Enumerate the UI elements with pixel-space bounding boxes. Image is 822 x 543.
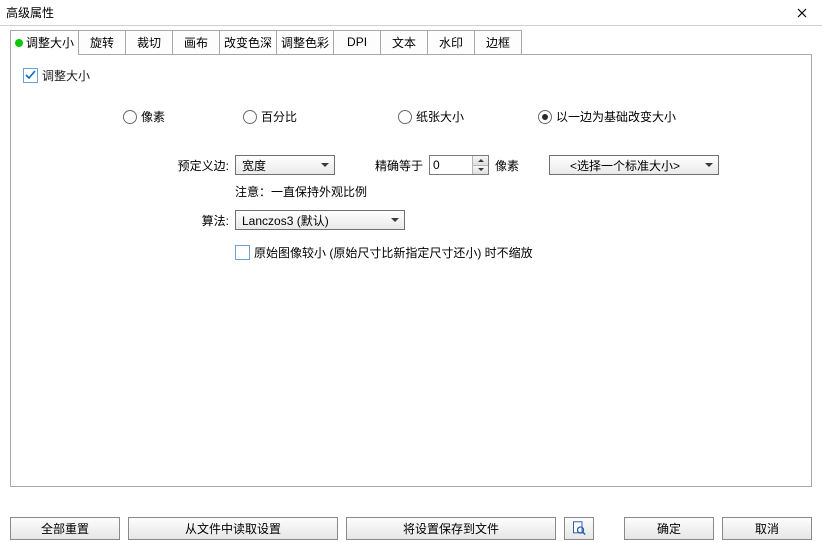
standard-size-value: <选择一个标准大小> [570,157,680,174]
tab-adjust-color[interactable]: 调整色彩 [276,30,334,54]
radio-percent-label: 百分比 [261,108,297,125]
predefine-side-select[interactable]: 宽度 [235,155,335,175]
tab-dpi[interactable]: DPI [333,30,381,54]
tab-canvas[interactable]: 画布 [172,30,220,54]
magnifier-page-icon [572,521,586,535]
button-label: 取消 [755,520,779,537]
resize-checkbox-label: 调整大小 [42,67,90,84]
window-title: 高级属性 [6,4,788,21]
ok-button[interactable]: 确定 [624,517,714,540]
spinner-up-button[interactable] [473,156,488,165]
tab-label: 边框 [486,36,510,50]
radio-pixel-label: 像素 [141,108,165,125]
save-settings-button[interactable]: 将设置保存到文件 [346,517,556,540]
no-enlarge-checkbox[interactable] [235,245,250,260]
exact-value-spinner[interactable] [429,155,489,175]
tab-bar: 调整大小 旋转 裁切 画布 改变色深 调整色彩 DPI 文本 水印 边框 [10,30,812,55]
chevron-down-icon [478,168,484,171]
radio-side-based-label: 以一边为基础改变大小 [556,108,676,125]
no-enlarge-checkbox-label: 原始图像较小 (原始尺寸比新指定尺寸还小) 时不缩放 [254,244,533,261]
tab-label: DPI [347,35,367,49]
chevron-up-icon [478,159,484,162]
radio-percent[interactable] [243,110,257,124]
resize-checkbox[interactable] [23,68,38,83]
tab-crop[interactable]: 裁切 [125,30,173,54]
algorithm-label: 算法: [173,212,229,229]
tab-resize[interactable]: 调整大小 [10,30,79,54]
footer-bar: 全部重置 从文件中读取设置 将设置保存到文件 确定 取消 [0,509,822,543]
button-label: 确定 [657,520,681,537]
tab-text[interactable]: 文本 [380,30,428,54]
button-label: 全部重置 [41,520,89,537]
tab-label: 旋转 [90,36,114,50]
close-icon [797,8,807,18]
tab-border[interactable]: 边框 [474,30,522,54]
preview-button[interactable] [564,517,594,540]
reset-all-button[interactable]: 全部重置 [10,517,120,540]
check-icon [25,70,36,81]
aspect-ratio-note: 注意：一直保持外观比例 [235,183,799,200]
cancel-button[interactable]: 取消 [722,517,812,540]
tab-label: 调整大小 [26,36,74,50]
close-button[interactable] [788,3,816,23]
tab-label: 水印 [439,36,463,50]
button-label: 将设置保存到文件 [403,520,499,537]
tab-rotate[interactable]: 旋转 [78,30,126,54]
tab-label: 文本 [392,36,416,50]
exact-unit-label: 像素 [495,157,519,174]
tab-color-depth[interactable]: 改变色深 [219,30,277,54]
predefine-side-label: 预定义边: [173,157,229,174]
tab-label: 裁切 [137,36,161,50]
tab-label: 调整色彩 [281,36,329,50]
algorithm-value: Lanczos3 (默认) [242,212,329,229]
predefine-side-value: 宽度 [242,157,266,174]
radio-paper-size-label: 纸张大小 [416,108,464,125]
tab-label: 改变色深 [224,36,272,50]
tab-label: 画布 [184,36,208,50]
radio-paper-size[interactable] [398,110,412,124]
active-indicator-icon [15,39,23,47]
algorithm-select[interactable]: Lanczos3 (默认) [235,210,405,230]
exact-equals-label: 精确等于 [375,157,423,174]
resize-panel: 调整大小 像素 百分比 纸张大小 以一边为基础改变大小 预定义边: [10,55,812,487]
load-settings-button[interactable]: 从文件中读取设置 [128,517,338,540]
radio-pixel[interactable] [123,110,137,124]
tab-watermark[interactable]: 水印 [427,30,475,54]
spinner-down-button[interactable] [473,165,488,175]
exact-value-input[interactable] [430,156,472,174]
standard-size-select[interactable]: <选择一个标准大小> [549,155,719,175]
radio-side-based[interactable] [538,110,552,124]
button-label: 从文件中读取设置 [185,520,281,537]
